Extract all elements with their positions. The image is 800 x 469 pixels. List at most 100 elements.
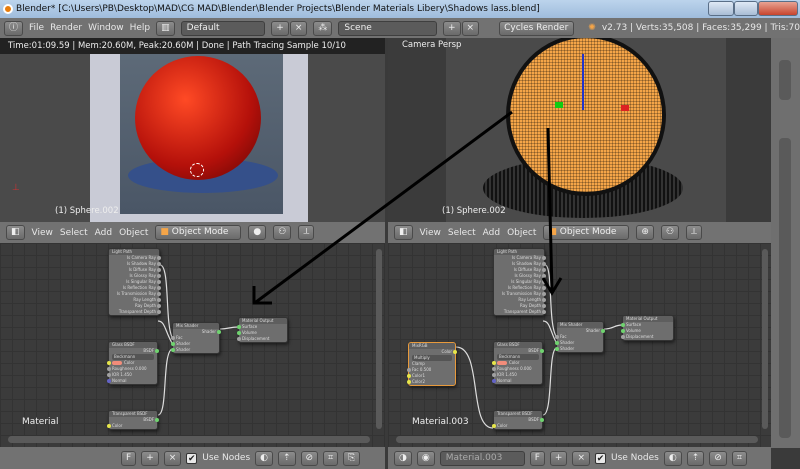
socket-dot-icon[interactable]: [407, 368, 411, 372]
add-layout-button[interactable]: +: [271, 20, 289, 36]
menu-view[interactable]: View: [420, 228, 441, 238]
editor-type-3d-icon[interactable]: ◧: [394, 225, 413, 240]
socket-dot-icon[interactable]: [155, 349, 159, 353]
socket-dot-icon[interactable]: [555, 341, 559, 345]
socket-dot-icon[interactable]: [621, 323, 625, 327]
mode-select[interactable]: ■ Object Mode: [543, 225, 630, 240]
socket-dot-icon[interactable]: [601, 329, 605, 333]
socket-dot-icon[interactable]: [542, 286, 546, 290]
material-browse-icon[interactable]: ◉: [416, 450, 435, 466]
socket-dot-icon[interactable]: [492, 373, 496, 377]
socket-dot-icon[interactable]: [555, 335, 559, 339]
node-light-path[interactable]: Light Path Is Camera Ray Is Shadow Ray Is D…: [108, 248, 161, 316]
snap-icon[interactable]: ⌗: [323, 450, 339, 466]
manipulator-icon[interactable]: ⟂: [686, 225, 703, 240]
rendered-viewport[interactable]: Time:01:09.59 | Mem:20.60M, Peak:20.60M …: [0, 38, 385, 222]
screen-layout-icon[interactable]: ▥: [156, 20, 175, 36]
pin-icon[interactable]: ⊘: [709, 450, 727, 466]
socket-dot-icon[interactable]: [492, 361, 496, 365]
socket-dot-icon[interactable]: [155, 418, 159, 422]
menu-object[interactable]: Object: [507, 228, 536, 238]
socket-dot-icon[interactable]: [157, 256, 161, 260]
socket-dot-icon[interactable]: [621, 335, 625, 339]
scene-icon[interactable]: ⁂: [313, 20, 333, 36]
socket-dot-icon[interactable]: [555, 347, 559, 351]
socket-dot-icon[interactable]: [542, 310, 546, 314]
socket-dot-icon[interactable]: [407, 374, 411, 378]
socket-dot-icon[interactable]: [540, 349, 544, 353]
scrollbar[interactable]: [779, 138, 791, 438]
socket-dot-icon[interactable]: [217, 330, 221, 334]
viewport-shading-icon[interactable]: ●: [248, 225, 267, 240]
fake-user-button[interactable]: F: [529, 450, 545, 466]
unlink-material-button[interactable]: ×: [572, 450, 590, 466]
node-light-path[interactable]: Light Path Is Camera Ray Is Shadow Ray Is D…: [493, 248, 546, 316]
material-name-field[interactable]: Material.003: [439, 450, 525, 466]
menu-window[interactable]: Window: [88, 23, 124, 33]
color-swatch[interactable]: [497, 361, 507, 365]
socket-dot-icon[interactable]: [157, 274, 161, 278]
socket-dot-icon[interactable]: [542, 304, 546, 308]
menu-add[interactable]: Add: [95, 228, 112, 238]
socket-dot-icon[interactable]: [542, 292, 546, 296]
socket-dot-icon[interactable]: [237, 331, 241, 335]
socket-dot-icon[interactable]: [107, 379, 111, 383]
socket-dot-icon[interactable]: [107, 367, 111, 371]
editor-type-3d-icon[interactable]: ◧: [6, 225, 25, 240]
menu-file[interactable]: File: [29, 23, 44, 33]
parent-node-tree-icon[interactable]: ⇡: [278, 450, 296, 466]
wireframe-viewport[interactable]: Camera Persp (1) Sphere.002: [388, 38, 770, 222]
socket-dot-icon[interactable]: [171, 336, 175, 340]
socket-dot-icon[interactable]: [542, 262, 546, 266]
node-mix[interactable]: Mix Shader Shader Fac Shader Shader: [171, 322, 221, 354]
socket-dot-icon[interactable]: [542, 256, 546, 260]
socket-dot-icon[interactable]: [542, 268, 546, 272]
selected-sphere-wireframe[interactable]: [506, 38, 666, 196]
minimize-button[interactable]: [708, 1, 734, 16]
menu-help[interactable]: Help: [130, 23, 151, 33]
menu-select[interactable]: Select: [448, 228, 476, 238]
maximize-button[interactable]: [734, 1, 758, 16]
socket-dot-icon[interactable]: [542, 298, 546, 302]
node-link[interactable]: [603, 324, 623, 330]
mode-select[interactable]: ■ Object Mode: [155, 225, 242, 240]
shader-type-icon[interactable]: ◑: [394, 450, 412, 466]
new-material-button[interactable]: +: [549, 450, 568, 466]
node-glass[interactable]: Glass BSDF BSDF Beckmann Color Roughness 0.0…: [492, 341, 544, 385]
manipulator-icon[interactable]: ⟂: [298, 225, 315, 240]
remove-scene-button[interactable]: ×: [461, 20, 480, 36]
node-link[interactable]: [542, 347, 557, 416]
socket-dot-icon[interactable]: [492, 424, 496, 428]
socket-dot-icon[interactable]: [107, 424, 111, 428]
remove-layout-button[interactable]: ×: [289, 20, 308, 36]
menu-render[interactable]: Render: [50, 23, 82, 33]
node-mixrgb[interactable]: MixRGB Color Multiply Clamp Fac 0.500 Color1 C…: [407, 342, 457, 386]
socket-dot-icon[interactable]: [453, 350, 457, 354]
copy-paste-nodes-icon[interactable]: ⎘: [343, 450, 361, 466]
transform-gizmo-x-icon[interactable]: [621, 105, 629, 111]
node-link[interactable]: [544, 264, 557, 337]
pin-icon[interactable]: ⊘: [300, 450, 319, 466]
socket-dot-icon[interactable]: [157, 310, 161, 314]
socket-dot-icon[interactable]: [107, 361, 111, 365]
node-link[interactable]: [219, 326, 239, 330]
layout-field[interactable]: Default: [180, 20, 266, 36]
node-tree-icon[interactable]: ◐: [663, 450, 682, 466]
parent-node-tree-icon[interactable]: ⇡: [686, 450, 705, 466]
menu-view[interactable]: View: [32, 228, 53, 238]
socket-dot-icon[interactable]: [107, 373, 111, 377]
socket-dot-icon[interactable]: [621, 329, 625, 333]
editor-type-info-icon[interactable]: ⓘ: [4, 20, 24, 36]
close-button[interactable]: [758, 1, 798, 16]
use-nodes-checkbox[interactable]: ✔: [595, 452, 606, 464]
pivot-icon[interactable]: ⚇: [660, 225, 680, 240]
menu-object[interactable]: Object: [119, 228, 148, 238]
socket-dot-icon[interactable]: [157, 298, 161, 302]
scene-field[interactable]: Scene: [338, 20, 437, 36]
transform-gizmo-y-icon[interactable]: [555, 102, 563, 108]
menu-select[interactable]: Select: [60, 228, 88, 238]
socket-dot-icon[interactable]: [157, 304, 161, 308]
node-transparent[interactable]: Transparent BSDF BSDF Color: [492, 410, 544, 430]
socket-dot-icon[interactable]: [492, 379, 496, 383]
node-output[interactable]: Material Output Surface Volume Displacement: [621, 315, 674, 341]
